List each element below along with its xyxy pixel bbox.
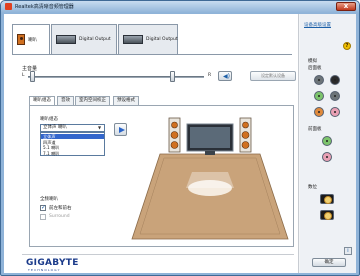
digital-heading: 数位: [308, 185, 317, 190]
digital-output-icon: [56, 35, 76, 44]
monitor-screen: [190, 127, 230, 148]
monitor-stand: [205, 151, 215, 155]
back-jack-orange[interactable]: [314, 107, 324, 117]
back-panel-heading: 后面板: [308, 66, 322, 71]
main-panel: 喇叭 Digital Output Digital Output 主音量 L R…: [4, 14, 299, 273]
back-jack-pink[interactable]: [330, 107, 340, 117]
config-option-stereo[interactable]: 立体声: [41, 133, 104, 139]
speaker-config-panel: 喇叭组态 立体声 喇叭 ▼ 立体声 四声道 5.1 喇叭 7.1 喇叭 全频喇叭…: [29, 105, 294, 247]
config-label: 喇叭组态: [40, 117, 58, 122]
full-range-label: 全频喇叭: [40, 197, 58, 202]
config-dropdown-list: 立体声 四声道 5.1 喇叭 7.1 喇叭: [40, 132, 105, 156]
tab-digital-output-1-label: Digital Output: [79, 37, 111, 42]
tab-sound-effects[interactable]: 音效: [57, 96, 74, 105]
volume-slider-track[interactable]: [28, 76, 204, 78]
config-selected-value: 立体声 喇叭: [43, 125, 67, 130]
sound-beam: [186, 172, 234, 188]
back-jack-green[interactable]: [314, 91, 324, 101]
back-jack-gray-2[interactable]: [330, 91, 340, 101]
mute-button[interactable]: ◀): [218, 71, 232, 81]
config-option-7-1[interactable]: 7.1 喇叭: [41, 151, 104, 157]
app-icon: [5, 3, 12, 10]
tab-speakers-label: 喇叭: [28, 38, 37, 43]
footer-divider: [22, 254, 294, 255]
speaker-room-illustration: [131, 117, 289, 240]
tab-digital-output-2-label: Digital Output: [146, 37, 178, 42]
config-select[interactable]: 立体声 喇叭 ▼: [40, 124, 105, 132]
speaker-icon: [17, 34, 25, 45]
tab-digital-output-1[interactable]: Digital Output: [51, 24, 117, 54]
digital-output-icon: [123, 35, 143, 44]
tab-digital-output-2[interactable]: Digital Output: [118, 24, 178, 54]
optical-output-icon[interactable]: [320, 210, 334, 220]
tab-room-correction[interactable]: 室内空间校正: [75, 96, 110, 105]
help-icon[interactable]: ?: [343, 42, 351, 50]
front-jack-green[interactable]: [322, 136, 332, 146]
volume-left-label: L: [22, 73, 25, 78]
set-default-device-button[interactable]: 设定默认设备: [250, 71, 296, 81]
back-jack-black[interactable]: [330, 75, 340, 85]
app-window: Realtek高清晰音频管理器 x 喇叭 Digital Output Digi…: [0, 0, 360, 276]
tab-divider: [12, 54, 292, 55]
speaker-volume-icon: ◀): [223, 73, 230, 80]
close-button[interactable]: x: [336, 2, 356, 11]
gigabyte-tagline: TECHNOLOGY: [28, 268, 61, 272]
gigabyte-logo: GIGABYTE: [26, 258, 79, 268]
advanced-device-settings-link[interactable]: 设备高级设置: [304, 22, 331, 28]
title-bar[interactable]: Realtek高清晰音频管理器 x: [1, 1, 359, 13]
client-area: 喇叭 Digital Output Digital Output 主音量 L R…: [4, 14, 356, 273]
volume-right-label: R: [208, 73, 212, 78]
chevron-down-icon: ▼: [97, 125, 102, 130]
front-jack-pink[interactable]: [322, 152, 332, 162]
front-full-range-checkbox[interactable]: [40, 204, 46, 211]
analog-heading: 模拟: [308, 59, 317, 64]
front-full-range-label: 前左和前右: [49, 206, 72, 211]
volume-slider-thumb[interactable]: [170, 71, 176, 82]
surround-full-range-label: Surround: [49, 214, 70, 219]
back-jack-gray[interactable]: [314, 75, 324, 85]
tab-default-format[interactable]: 预设格式: [113, 96, 139, 105]
coaxial-output-icon[interactable]: [320, 194, 334, 204]
room-floor: [131, 153, 289, 240]
balance-slider-thumb[interactable]: [30, 71, 35, 82]
surround-full-range-checkbox[interactable]: [40, 214, 46, 220]
play-test-button[interactable]: [114, 123, 127, 136]
ok-button[interactable]: 确定: [312, 258, 346, 267]
tab-speakers[interactable]: 喇叭: [12, 24, 50, 55]
info-button[interactable]: i: [344, 247, 352, 255]
connector-sidebar: 设备高级设置 ? 模拟 后面板 前面板 数位 i 确定: [300, 14, 356, 273]
window-title: Realtek高清晰音频管理器: [15, 4, 74, 10]
front-panel-heading: 前面板: [308, 127, 322, 132]
